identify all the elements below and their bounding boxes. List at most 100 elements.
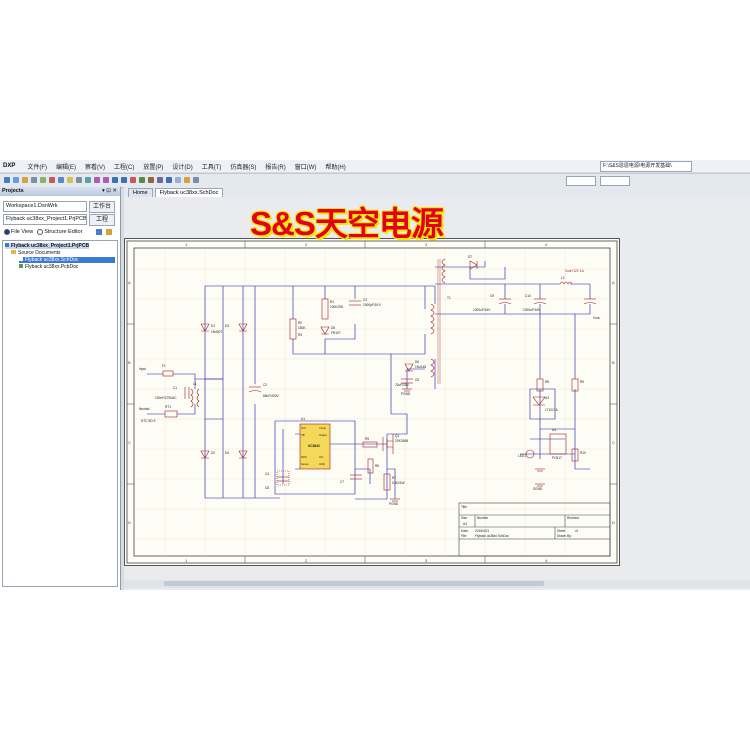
menu-design[interactable]: 设计(D) bbox=[172, 162, 192, 171]
ground-icon[interactable] bbox=[139, 177, 145, 183]
toolbar-dropdown-1[interactable] bbox=[566, 176, 596, 186]
label-u1-pin-gnd: GND bbox=[319, 462, 325, 466]
tree-file-pcbdoc[interactable]: Flyback uc38xx.PcbDoc bbox=[19, 264, 78, 270]
menu-help[interactable]: 帮助(H) bbox=[325, 162, 345, 171]
bus-icon[interactable] bbox=[121, 177, 127, 183]
menu-tools[interactable]: 工具(T) bbox=[202, 162, 222, 171]
panel-icon-a[interactable] bbox=[96, 229, 103, 235]
port-icon[interactable] bbox=[157, 177, 163, 183]
label-d6-val: 1N4148 bbox=[415, 365, 426, 369]
label-sgnd: SGND bbox=[533, 487, 543, 491]
label-u1-pin-output: Output bbox=[319, 433, 327, 437]
cut-icon[interactable] bbox=[49, 177, 55, 183]
label-u1-pin-vref: Vref bbox=[301, 426, 306, 430]
panel-controls[interactable]: ▾ ⊡ ✕ bbox=[102, 187, 117, 196]
label-c2: C2 bbox=[263, 383, 267, 387]
redo-icon[interactable] bbox=[103, 177, 109, 183]
move-icon[interactable] bbox=[85, 177, 91, 183]
project-field[interactable]: Flyback uc38xx_Project1.PrjPCB bbox=[3, 214, 87, 225]
label-c4: C4 bbox=[265, 472, 269, 476]
menu-view[interactable]: 察看(V) bbox=[85, 162, 105, 171]
project-tree: Flyback uc38xx_Project1.PrjPCB Source Do… bbox=[2, 240, 118, 587]
tree-file-schdoc[interactable]: Flyback uc38xx.SchDoc bbox=[19, 257, 115, 263]
print-icon[interactable] bbox=[31, 177, 37, 183]
select-icon[interactable] bbox=[76, 177, 82, 183]
open-icon[interactable] bbox=[4, 177, 10, 183]
col-label-4: 4 bbox=[545, 242, 548, 247]
wire-icon[interactable] bbox=[112, 177, 118, 183]
schematic-sheet[interactable]: 1 2 3 4 1 2 3 4 A B C D A B C D F1 Input… bbox=[124, 238, 620, 566]
diode-d6-symbol bbox=[404, 363, 414, 372]
tab-home[interactable]: Home bbox=[128, 188, 153, 197]
tree-source-folder[interactable]: Source Documents bbox=[11, 250, 61, 256]
label-c5: C5 bbox=[415, 378, 419, 382]
label-r5: R5 bbox=[365, 437, 369, 441]
netlabel-icon[interactable] bbox=[166, 177, 172, 183]
label-u1-pin-rtct: Rt/Ct bbox=[301, 455, 307, 459]
label-rt1: RT1 bbox=[165, 405, 171, 409]
structure-editor-radio[interactable] bbox=[37, 229, 44, 235]
horizontal-scrollbar[interactable] bbox=[124, 580, 750, 588]
watermark-title: S&S天空电源 bbox=[250, 205, 444, 242]
menu-reports[interactable]: 报告(R) bbox=[265, 162, 285, 171]
browse-icon[interactable] bbox=[193, 177, 199, 183]
optocoupler-u4-symbol bbox=[549, 433, 567, 455]
label-r7: R7 bbox=[392, 476, 396, 480]
project-button[interactable]: 工程 bbox=[89, 214, 115, 226]
dxp-menu[interactable]: DXP bbox=[3, 163, 15, 169]
view-mode-radios: File View Structure Editor bbox=[4, 229, 113, 235]
label-l2: L2 bbox=[561, 276, 565, 280]
tb-file: Flyback uc38xx.SchDoc bbox=[475, 534, 509, 538]
label-r9: R9 bbox=[580, 380, 584, 384]
menu-place[interactable]: 放置(P) bbox=[143, 162, 163, 171]
label-c10-val: 1000uF/16V bbox=[523, 308, 541, 312]
tree-project[interactable]: Flyback uc38xx_Project1.PrjPCB bbox=[5, 243, 90, 249]
file-view-radio[interactable] bbox=[4, 229, 10, 235]
row-label-c-right: C bbox=[612, 440, 615, 445]
toolbar-dropdown-2[interactable] bbox=[600, 176, 630, 186]
tab-schdoc[interactable]: Flyback uc38xx.SchDoc bbox=[154, 188, 224, 197]
workspace-field[interactable]: Workspace1.DsnWrk bbox=[3, 201, 87, 212]
label-c5-val: 22uF/25V bbox=[395, 383, 410, 387]
menu-project[interactable]: 工程(C) bbox=[114, 162, 134, 171]
part-icon[interactable] bbox=[148, 177, 154, 183]
schematic-file-icon bbox=[19, 257, 23, 261]
label-c9: C9 bbox=[490, 294, 494, 298]
menu-file[interactable]: 文件(F) bbox=[27, 162, 47, 171]
zoom-icon[interactable] bbox=[40, 177, 46, 183]
sheet-icon[interactable] bbox=[175, 177, 181, 183]
schematic-drawing: 1 2 3 4 1 2 3 4 A B C D A B C D F1 Input… bbox=[126, 240, 618, 564]
workspace-button[interactable]: 工作台 bbox=[89, 201, 115, 213]
menu-edit[interactable]: 编辑(E) bbox=[56, 162, 76, 171]
tb-number-label: Number bbox=[477, 516, 489, 520]
label-u1-pin-comp: Comp bbox=[319, 426, 326, 430]
folder-icon[interactable] bbox=[22, 177, 28, 183]
label-c1-val: 100nF/275VAC bbox=[155, 396, 177, 400]
label-rt1-val: NTC 5D-9 bbox=[141, 419, 156, 423]
save-icon[interactable] bbox=[13, 177, 19, 183]
panel-icon-b[interactable] bbox=[106, 229, 113, 235]
paste-icon[interactable] bbox=[67, 177, 73, 183]
label-u1: U1 bbox=[301, 417, 305, 421]
label-c1: C1 bbox=[173, 386, 177, 390]
label-r1-val: 100K/2W bbox=[330, 305, 343, 309]
copy-icon[interactable] bbox=[58, 177, 64, 183]
label-u1-name: UC3843 bbox=[308, 444, 320, 448]
label-u3-name: LT1017A bbox=[545, 408, 559, 412]
compile-icon[interactable] bbox=[184, 177, 190, 183]
projects-panel-header: Projects ▾ ⊡ ✕ bbox=[0, 187, 120, 196]
projects-panel-title: Projects bbox=[2, 188, 24, 194]
undo-icon[interactable] bbox=[94, 177, 100, 183]
power-icon[interactable] bbox=[130, 177, 136, 183]
label-r7-val: 0.5Ω/1W bbox=[392, 481, 404, 485]
scrollbar-thumb[interactable] bbox=[164, 581, 544, 586]
path-combobox[interactable]: F:\S&S恩恩电源\电源开发基础\ bbox=[600, 161, 692, 172]
tb-size-label: Size bbox=[461, 516, 467, 520]
label-r3: R3 bbox=[298, 333, 302, 337]
label-d3: D3 bbox=[225, 324, 229, 328]
menu-window[interactable]: 窗口(W) bbox=[295, 162, 317, 171]
row-label-d: D bbox=[128, 520, 131, 525]
menu-simulator[interactable]: 仿真器(S) bbox=[230, 162, 256, 171]
label-r6: R6 bbox=[375, 464, 379, 468]
tb-sheet-label: Sheet bbox=[557, 529, 565, 533]
